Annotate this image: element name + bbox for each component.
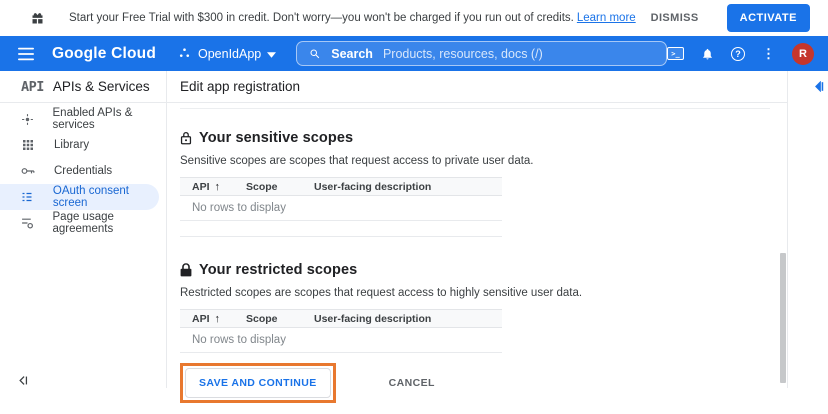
column-label: User-facing description bbox=[314, 313, 431, 325]
column-header-scope[interactable]: Scope bbox=[246, 178, 314, 196]
page-title: Edit app registration bbox=[180, 79, 300, 94]
column-header-api[interactable]: API ↑ bbox=[180, 310, 246, 328]
project-icon bbox=[178, 47, 191, 60]
column-label: User-facing description bbox=[314, 181, 431, 193]
sidebar-item-label: Page usage agreements bbox=[53, 211, 167, 235]
list-gear-icon bbox=[20, 217, 35, 229]
sort-ascending-icon: ↑ bbox=[215, 181, 221, 193]
api-logo: API bbox=[21, 79, 44, 95]
search-label: Search bbox=[331, 47, 373, 61]
column-header-description[interactable]: User-facing description bbox=[314, 178, 502, 196]
sidebar-item-label: OAuth consent screen bbox=[53, 185, 159, 209]
google-cloud-logo[interactable]: Google Cloud bbox=[52, 45, 156, 63]
table-footer-row bbox=[180, 221, 502, 237]
cloud-shell-icon[interactable]: >_ bbox=[667, 47, 684, 60]
sensitive-scopes-table: API ↑ Scope User-facing description No ro… bbox=[180, 177, 502, 237]
restricted-scopes-section-heading: Your restricted scopes bbox=[180, 262, 787, 278]
sidebar-item-label: Credentials bbox=[54, 165, 112, 177]
search-icon bbox=[309, 48, 321, 60]
section-title: Your restricted scopes bbox=[199, 262, 357, 278]
sidebar-item-label: Enabled APIs & services bbox=[53, 107, 167, 131]
key-icon bbox=[20, 166, 36, 176]
main-panel: Edit app registration Your sensitive sco… bbox=[167, 71, 788, 388]
column-label: Scope bbox=[246, 313, 278, 325]
logo-text: Google Cloud bbox=[52, 45, 156, 62]
vertical-scrollbar[interactable] bbox=[780, 253, 786, 383]
lock-outline-icon bbox=[180, 131, 192, 145]
sensitive-scopes-section-heading: Your sensitive scopes bbox=[180, 130, 787, 146]
column-label: Scope bbox=[246, 181, 278, 193]
lock-filled-icon bbox=[180, 263, 192, 277]
table-footer bbox=[180, 221, 502, 237]
column-label: API bbox=[192, 313, 210, 325]
app-body: API APIs & Services Enabled APIs & servi… bbox=[0, 71, 828, 388]
free-trial-banner: Start your Free Trial with $300 in credi… bbox=[0, 0, 828, 36]
sidebar-header: API APIs & Services bbox=[0, 71, 166, 103]
help-icon[interactable]: ? bbox=[731, 47, 745, 61]
collapse-sidebar-icon[interactable] bbox=[17, 375, 28, 386]
banner-text: Start your Free Trial with $300 in credi… bbox=[69, 12, 574, 24]
cancel-button[interactable]: CANCEL bbox=[389, 377, 435, 389]
table-row: No rows to display bbox=[180, 328, 502, 353]
sidebar-item-enabled-apis[interactable]: Enabled APIs & services bbox=[0, 106, 166, 132]
project-name: OpenIdApp bbox=[198, 47, 261, 61]
column-label: API bbox=[192, 181, 210, 193]
gift-icon bbox=[30, 11, 45, 26]
section-description: Restricted scopes are scopes that reques… bbox=[180, 287, 787, 299]
notifications-bell-icon[interactable] bbox=[701, 47, 714, 61]
section-description: Sensitive scopes are scopes that request… bbox=[180, 155, 787, 167]
right-gutter bbox=[788, 71, 828, 388]
empty-table-message: No rows to display bbox=[180, 196, 502, 221]
form-actions: SAVE AND CONTINUE CANCEL bbox=[180, 363, 787, 403]
sort-ascending-icon: ↑ bbox=[215, 313, 221, 325]
column-header-api[interactable]: API ↑ bbox=[180, 178, 246, 196]
sidebar-item-page-usage-agreements[interactable]: Page usage agreements bbox=[0, 210, 166, 236]
sidebar-item-credentials[interactable]: Credentials bbox=[0, 158, 166, 184]
banner-message: Start your Free Trial with $300 in credi… bbox=[69, 12, 636, 24]
sidebar: API APIs & Services Enabled APIs & servi… bbox=[0, 71, 167, 388]
chevron-down-icon bbox=[267, 45, 276, 63]
column-header-description[interactable]: User-facing description bbox=[314, 310, 502, 328]
sidebar-item-library[interactable]: Library bbox=[0, 132, 166, 158]
project-selector[interactable]: OpenIdApp bbox=[178, 45, 276, 63]
collapse-panel-icon[interactable] bbox=[813, 81, 824, 92]
sidebar-item-oauth-consent-screen[interactable]: OAuth consent screen bbox=[0, 184, 159, 210]
app-header: Google Cloud OpenIdApp Search Products, … bbox=[0, 36, 828, 71]
more-options-icon[interactable]: ⋮ bbox=[762, 46, 775, 62]
search-placeholder: Products, resources, docs (/) bbox=[383, 47, 543, 61]
account-avatar[interactable]: R bbox=[792, 43, 814, 65]
grid-icon bbox=[20, 139, 36, 151]
page-header: Edit app registration bbox=[167, 71, 787, 103]
learn-more-link[interactable]: Learn more bbox=[577, 12, 636, 24]
compass-icon bbox=[20, 113, 35, 126]
consent-list-icon bbox=[20, 191, 35, 203]
annotation-highlight-box: SAVE AND CONTINUE bbox=[180, 363, 336, 403]
sidebar-title: APIs & Services bbox=[53, 79, 150, 94]
column-header-scope[interactable]: Scope bbox=[246, 310, 314, 328]
save-and-continue-button[interactable]: SAVE AND CONTINUE bbox=[185, 368, 331, 398]
empty-table-message: No rows to display bbox=[180, 328, 502, 353]
divider bbox=[180, 108, 770, 109]
header-icons: >_ ? ⋮ R bbox=[667, 43, 814, 65]
dismiss-button[interactable]: DISMISS bbox=[651, 12, 699, 24]
sidebar-nav: Enabled APIs & services Library Credenti… bbox=[0, 103, 166, 236]
restricted-scopes-table: API ↑ Scope User-facing description No ro… bbox=[180, 309, 502, 353]
table-header-row: API ↑ Scope User-facing description bbox=[180, 178, 502, 196]
section-title: Your sensitive scopes bbox=[199, 130, 353, 146]
table-row: No rows to display bbox=[180, 196, 502, 221]
search-input[interactable]: Search Products, resources, docs (/) bbox=[296, 41, 667, 66]
table-header-row: API ↑ Scope User-facing description bbox=[180, 310, 502, 328]
activate-button[interactable]: ACTIVATE bbox=[727, 4, 810, 32]
menu-icon[interactable] bbox=[18, 47, 34, 61]
page-content: Your sensitive scopes Sensitive scopes a… bbox=[167, 108, 787, 403]
sidebar-item-label: Library bbox=[54, 139, 89, 151]
